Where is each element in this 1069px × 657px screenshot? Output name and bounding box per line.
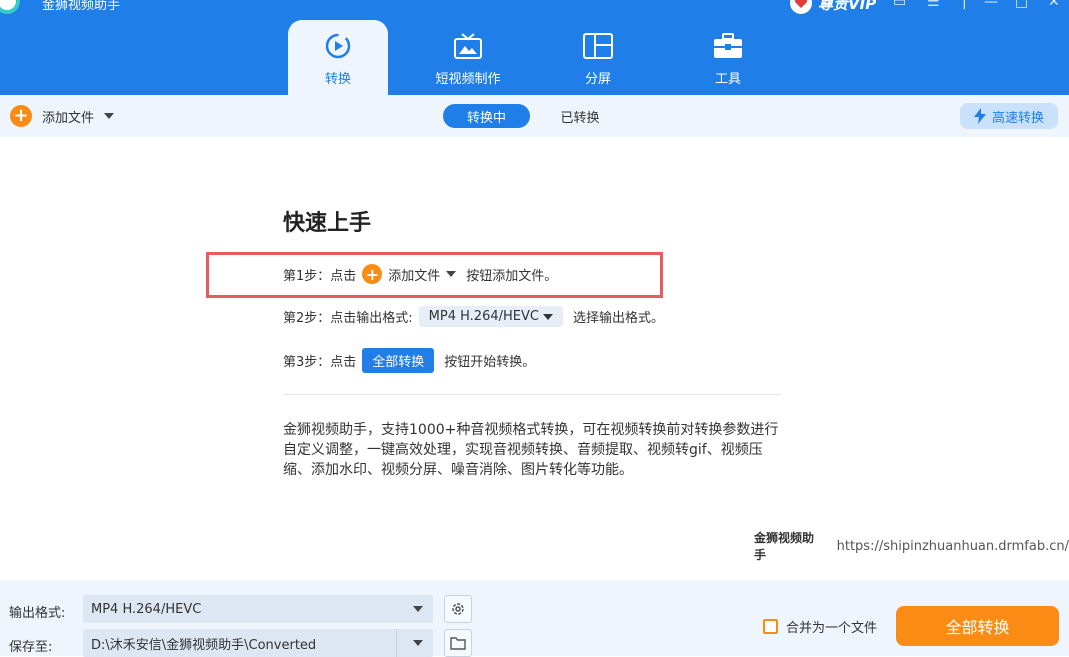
tab-tools-label: 工具 [714,72,741,87]
tab-short-video[interactable]: 短视频制作 [418,20,518,95]
tab-split-screen-label: 分屏 [584,72,611,87]
brand-name: 金狮视频助手 [754,531,815,562]
step-1-suffix: 按钮添加文件。 [466,268,558,284]
format-pill-label: MP4 H.264/HEVC [428,309,539,324]
divider [283,394,782,395]
step-1: 第1步：点击 + 添加文件 按钮添加文件。 [283,264,557,284]
chevron-down-icon [446,271,457,277]
tab-convert-label: 转换 [324,72,351,87]
save-path-value: D:\沐禾安信\金狮视频助手\Converted [91,637,317,653]
chevron-down-icon[interactable] [104,113,115,119]
chevron-down-icon [542,313,553,320]
merge-checkbox[interactable] [763,619,778,634]
output-format-label: 输出格式: [9,606,66,621]
chevron-down-icon [413,606,423,612]
toolbox-icon [713,30,743,62]
step-2-prefix: 第2步：点击输出格式: [283,311,413,326]
tab-convert[interactable]: 转换 [288,20,388,95]
step-2-suffix: 选择输出格式。 [572,311,664,326]
divider-icon: | [962,0,967,10]
vip-badge[interactable]: 尊贵VIP [790,0,876,14]
plus-icon: + [10,105,32,127]
tab-converted[interactable]: 已转换 [548,104,612,128]
folder-icon [450,637,466,650]
minimize-icon[interactable]: — [984,0,998,10]
gear-icon [452,603,464,615]
app-title: 金狮视频助手 [42,0,121,13]
step-2: 第2步：点击输出格式: MP4 H.264/HEVC 选择输出格式。 [283,306,664,327]
tab-short-video-label: 短视频制作 [435,72,501,87]
tv-icon [453,30,483,62]
save-to-label: 保存至: [9,640,53,655]
save-path-field[interactable]: D:\沐禾安信\金狮视频助手\Converted [83,629,433,657]
output-format-select[interactable]: MP4 H.264/HEVC [83,595,433,623]
step-3: 第3步：点击 全部转换 按钮开始转换。 [283,348,535,373]
convert-all-pill: 全部转换 [362,348,435,373]
quick-start-title: 快速上手 [283,211,372,236]
add-file-label: 添加文件 [42,110,95,126]
high-speed-convert-button[interactable]: 高速转换 [960,103,1058,129]
format-settings-button[interactable] [444,595,472,623]
plus-icon: + [362,264,383,284]
step-1-button-label: 添加文件 [388,268,441,284]
vip-label: 尊贵VIP [818,0,877,13]
vip-heart-icon [790,0,812,14]
merge-label: 合并为一个文件 [786,621,878,636]
high-speed-label: 高速转换 [991,110,1044,126]
chevron-down-icon[interactable] [413,640,423,646]
step-3-prefix: 第3步：点击 [283,355,357,370]
open-folder-button[interactable] [444,629,472,657]
maximize-icon[interactable]: □ [1015,0,1028,10]
convert-icon [323,30,353,62]
message-icon[interactable]: ▭ [893,0,906,10]
header-bar: 金狮视频助手 尊贵VIP ▭ ☰ | — □ ✕ 转换 短视频制作 分屏 工具 [0,0,1069,95]
app-logo-icon [0,0,20,14]
tab-converting[interactable]: 转换中 [443,104,530,128]
brand-line: 金狮视频助手 https://shipinzhuanhuan.drmfab.cn… [754,529,1069,563]
menu-icon[interactable]: ☰ [927,0,940,10]
step-1-prefix: 第1步：点击 [283,268,357,284]
step-3-suffix: 按钮开始转换。 [444,355,536,370]
add-file-button[interactable]: + 添加文件 [10,105,115,127]
merge-option[interactable]: 合并为一个文件 [763,617,877,636]
output-format-value: MP4 H.264/HEVC [91,601,202,617]
brand-url-link[interactable]: https://shipinzhuanhuan.drmfab.cn/ [837,539,1069,554]
lightning-icon [973,108,986,124]
product-description: 金狮视频助手，支持1000+种音视频格式转换，可在视频转换前对转换参数进行自定义… [283,422,779,478]
tab-split-screen[interactable]: 分屏 [548,20,648,95]
tab-tools[interactable]: 工具 [678,20,778,95]
convert-all-button[interactable]: 全部转换 [896,606,1059,646]
field-separator [396,629,397,657]
close-icon[interactable]: ✕ [1048,0,1060,10]
split-screen-icon [583,30,613,62]
format-pill: MP4 H.264/HEVC [418,306,563,327]
toolbar: + 添加文件 转换中 已转换 高速转换 [0,95,1069,137]
